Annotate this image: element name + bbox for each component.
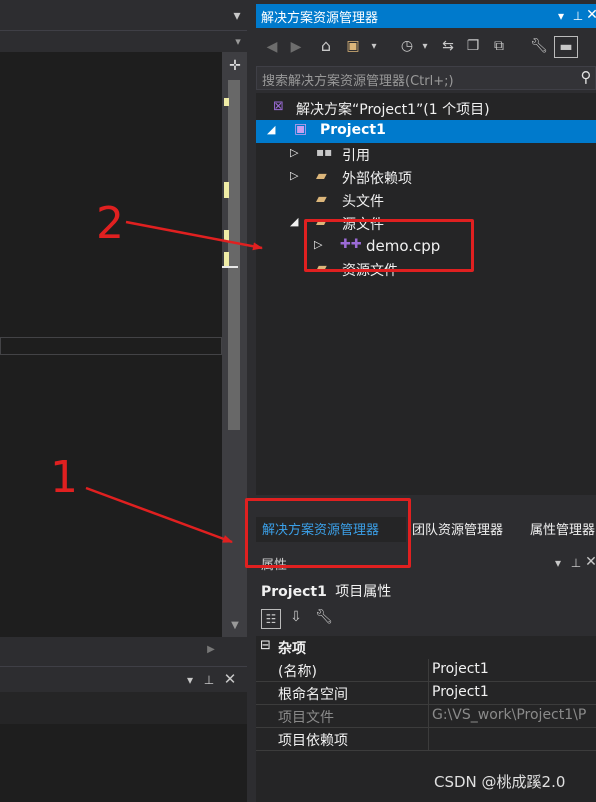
annotation-arrow-1 [85, 486, 233, 544]
watermark: CSDN @桃成蹊2.0 [434, 773, 566, 791]
annotation-arrows [85, 220, 263, 544]
annotation-arrow-2 [125, 220, 263, 251]
